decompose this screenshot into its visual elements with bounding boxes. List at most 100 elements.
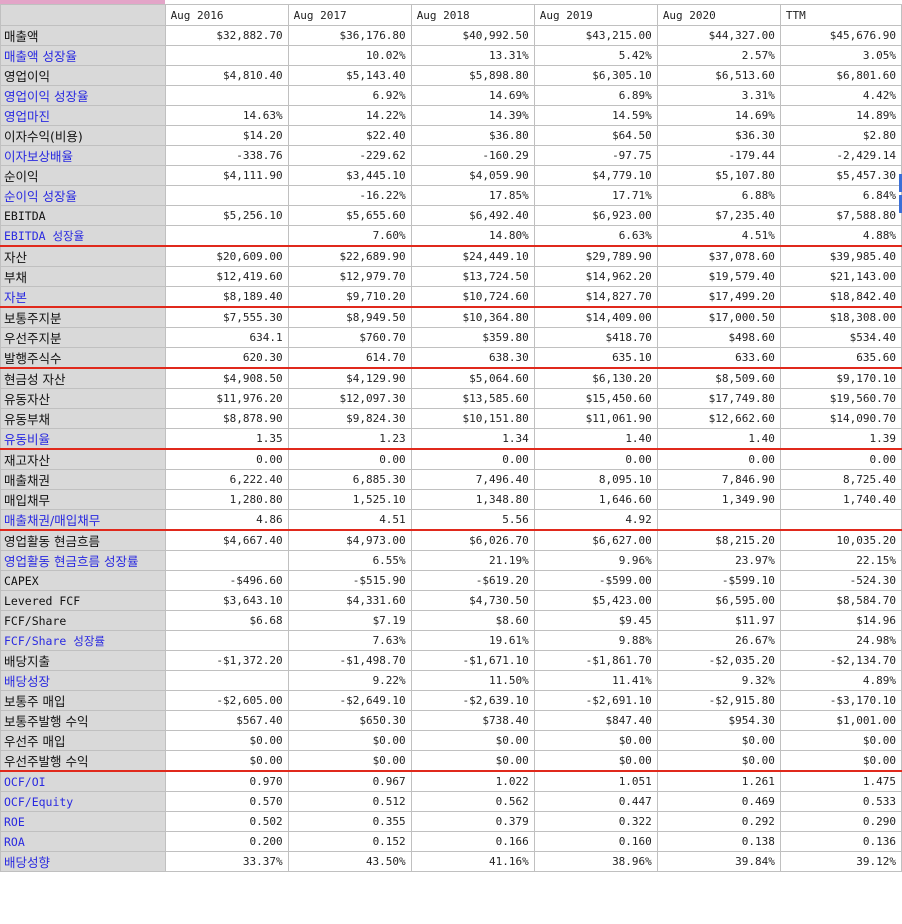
data-cell[interactable]: 14.22% [287, 105, 412, 126]
row-label[interactable]: 매출액 [0, 25, 166, 46]
data-cell[interactable]: $19,579.40 [656, 266, 781, 287]
data-cell[interactable] [164, 670, 289, 691]
data-cell[interactable]: 614.70 [287, 347, 412, 369]
data-cell[interactable]: 0.379 [410, 811, 535, 832]
data-cell[interactable]: 4.86 [164, 509, 289, 531]
data-cell[interactable]: $6,627.00 [533, 529, 658, 551]
data-cell[interactable]: -$599.10 [656, 570, 781, 591]
row-label[interactable]: 매출액 성장율 [0, 45, 166, 66]
data-cell[interactable]: $21,143.00 [779, 266, 902, 287]
data-cell[interactable]: 0.00 [656, 448, 781, 470]
data-cell[interactable]: 1.34 [410, 428, 535, 450]
data-cell[interactable]: $6,801.60 [779, 65, 902, 86]
data-cell[interactable]: $10,364.80 [410, 306, 535, 328]
data-cell[interactable]: $1,001.00 [779, 710, 902, 731]
data-cell[interactable]: $36,176.80 [287, 25, 412, 46]
data-cell[interactable]: $12,979.70 [287, 266, 412, 287]
data-cell[interactable]: $9.45 [533, 610, 658, 631]
row-label[interactable]: 보통주지분 [0, 306, 166, 328]
data-cell[interactable]: -2,429.14 [779, 145, 902, 166]
data-cell[interactable]: -$1,861.70 [533, 650, 658, 671]
data-cell[interactable]: $6,513.60 [656, 65, 781, 86]
data-cell[interactable]: 0.512 [287, 791, 412, 812]
data-cell[interactable]: $4,129.90 [287, 367, 412, 389]
data-cell[interactable]: $847.40 [533, 710, 658, 731]
data-cell[interactable]: $4,810.40 [164, 65, 289, 86]
data-cell[interactable]: 0.138 [656, 831, 781, 852]
data-cell[interactable]: $8.60 [410, 610, 535, 631]
row-label[interactable]: 보통주발행 수익 [0, 710, 166, 731]
data-cell[interactable]: -$619.20 [410, 570, 535, 591]
data-cell[interactable]: 33.37% [164, 851, 289, 872]
data-cell[interactable]: $36.80 [410, 125, 535, 146]
data-cell[interactable]: $4,059.90 [410, 165, 535, 186]
row-label[interactable]: EBITDA [0, 205, 166, 226]
data-cell[interactable]: $6,595.00 [656, 590, 781, 611]
data-cell[interactable]: 14.59% [533, 105, 658, 126]
data-cell[interactable]: 6.92% [287, 85, 412, 106]
data-cell[interactable]: 3.31% [656, 85, 781, 106]
data-cell[interactable]: 1,349.90 [656, 489, 781, 510]
data-cell[interactable]: $18,842.40 [779, 286, 902, 308]
data-cell[interactable] [779, 509, 902, 531]
data-cell[interactable]: 14.39% [410, 105, 535, 126]
row-label[interactable]: OCF/Equity [0, 791, 166, 812]
data-cell[interactable]: 9.96% [533, 550, 658, 571]
data-cell[interactable]: $0.00 [533, 730, 658, 751]
data-cell[interactable]: $8,949.50 [287, 306, 412, 328]
data-cell[interactable]: $6,923.00 [533, 205, 658, 226]
data-cell[interactable]: $36.30 [656, 125, 781, 146]
column-header-ttm[interactable]: TTM [779, 4, 902, 26]
data-cell[interactable]: 17.71% [533, 185, 658, 206]
data-cell[interactable]: 0.562 [410, 791, 535, 812]
data-cell[interactable]: 14.89% [779, 105, 902, 126]
data-cell[interactable]: $22.40 [287, 125, 412, 146]
data-cell[interactable]: $8,878.90 [164, 408, 289, 429]
data-cell[interactable]: $4,111.90 [164, 165, 289, 186]
data-cell[interactable]: 1.40 [533, 428, 658, 450]
data-cell[interactable]: 11.50% [410, 670, 535, 691]
data-cell[interactable]: -$1,671.10 [410, 650, 535, 671]
data-cell[interactable]: 0.322 [533, 811, 658, 832]
data-cell[interactable]: $3,643.10 [164, 590, 289, 611]
data-cell[interactable]: $4,973.00 [287, 529, 412, 551]
data-cell[interactable]: -16.22% [287, 185, 412, 206]
data-cell[interactable]: 1.475 [779, 770, 902, 792]
data-cell[interactable]: $5,107.80 [656, 165, 781, 186]
data-cell[interactable]: $418.70 [533, 327, 658, 348]
data-cell[interactable]: 3.05% [779, 45, 902, 66]
data-cell[interactable]: 6.63% [533, 225, 658, 247]
data-cell[interactable]: 0.292 [656, 811, 781, 832]
row-label[interactable]: 발행주식수 [0, 347, 166, 369]
data-cell[interactable]: -$2,639.10 [410, 690, 535, 711]
data-cell[interactable]: $9,170.10 [779, 367, 902, 389]
data-cell[interactable]: 0.200 [164, 831, 289, 852]
row-label[interactable]: OCF/OI [0, 770, 166, 792]
data-cell[interactable]: $45,676.90 [779, 25, 902, 46]
data-cell[interactable]: $6,130.20 [533, 367, 658, 389]
data-cell[interactable]: 6.55% [287, 550, 412, 571]
data-cell[interactable]: 21.19% [410, 550, 535, 571]
data-cell[interactable]: 633.60 [656, 347, 781, 369]
data-cell[interactable]: $8,189.40 [164, 286, 289, 308]
row-label[interactable]: 우선주발행 수익 [0, 750, 166, 772]
row-label[interactable]: 우선주지분 [0, 327, 166, 348]
data-cell[interactable]: $24,449.10 [410, 245, 535, 267]
data-cell[interactable]: $650.30 [287, 710, 412, 731]
data-cell[interactable]: 0.447 [533, 791, 658, 812]
data-cell[interactable]: 638.30 [410, 347, 535, 369]
data-cell[interactable]: 1.40 [656, 428, 781, 450]
row-label[interactable]: FCF/Share [0, 610, 166, 631]
data-cell[interactable]: $6,305.10 [533, 65, 658, 86]
data-cell[interactable]: 4.42% [779, 85, 902, 106]
data-cell[interactable]: $14,827.70 [533, 286, 658, 308]
data-cell[interactable]: $14,962.20 [533, 266, 658, 287]
data-cell[interactable]: $4,779.10 [533, 165, 658, 186]
row-label[interactable]: 이자보상배율 [0, 145, 166, 166]
row-label[interactable]: FCF/Share 성장률 [0, 630, 166, 651]
data-cell[interactable]: $20,609.00 [164, 245, 289, 267]
row-label[interactable]: 순이익 성장율 [0, 185, 166, 206]
data-cell[interactable]: 0.355 [287, 811, 412, 832]
data-cell[interactable]: 1,280.80 [164, 489, 289, 510]
data-cell[interactable]: 5.42% [533, 45, 658, 66]
